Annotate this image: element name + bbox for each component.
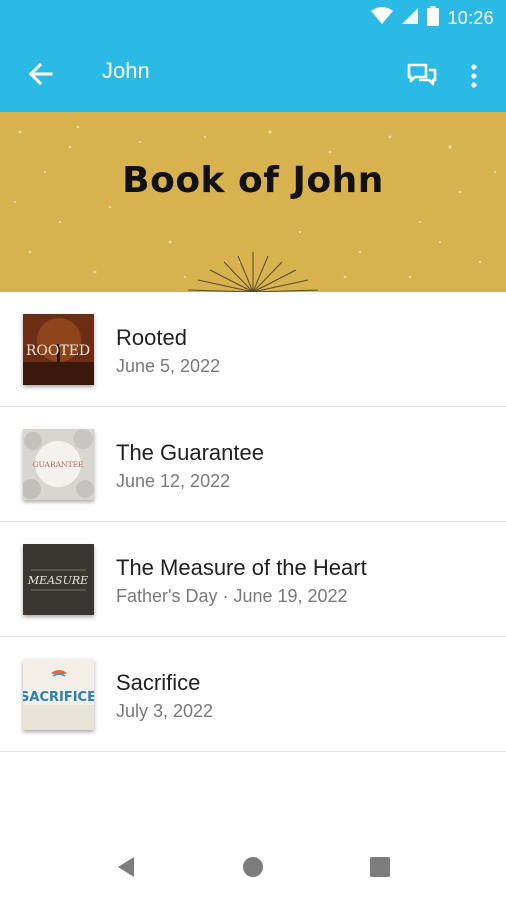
comments-button[interactable] [402,56,442,96]
app-bar: John [0,36,506,112]
sermon-thumbnail: MEASURE [23,544,94,615]
nav-recents-button[interactable] [365,852,395,882]
chat-bubbles-icon [407,63,437,86]
svg-text:GUARANTEE: GUARANTEE [32,460,83,469]
list-item[interactable]: SACRIFICE Sacrifice July 3, 2022 [0,637,506,752]
svg-text:ROOTED: ROOTED [26,343,90,359]
square-recents-icon [370,857,390,877]
sermon-date: June 5, 2022 [116,356,221,376]
sermon-title: Sacrifice [116,670,201,695]
battery-icon [427,5,440,31]
sermon-date: June 12, 2022 [116,471,231,491]
list-item[interactable]: GUARANTEE The Guarantee June 12, 2022 [0,407,506,522]
system-nav-bar [0,832,506,900]
nav-home-button[interactable] [238,852,268,882]
more-vert-icon [471,64,477,88]
more-options-button[interactable] [456,56,492,96]
sermon-title: The Measure of the Heart [116,555,367,580]
list-item[interactable]: MEASURE The Measure of the Heart Father'… [0,522,506,637]
nav-back-button[interactable] [111,852,141,882]
svg-text:MEASURE: MEASURE [27,574,88,587]
status-icons: 10:26 [371,5,494,31]
svg-text:SACRIFICE: SACRIFICE [23,690,94,705]
arrow-back-icon [28,62,53,86]
sermon-title: Rooted [116,325,187,350]
circle-home-icon [243,857,263,877]
wifi-icon [371,6,394,30]
sermon-thumbnail: GUARANTEE [23,429,94,500]
series-banner: Book of John [0,112,506,292]
banner-texture [13,125,497,292]
sermon-thumbnail: SACRIFICE [23,659,94,730]
sermon-thumbnail: ROOTED [23,314,94,385]
status-bar: 10:26 [0,0,506,36]
triangle-back-icon [118,857,134,877]
sermon-date: Father's Day · June 19, 2022 [116,586,348,606]
page-title: John [102,58,150,83]
cell-signal-icon [401,7,419,30]
sermon-list: ROOTED Rooted June 5, 2022 GUARANTEE The… [0,292,506,752]
sermon-title: The Guarantee [116,440,264,465]
back-button[interactable] [20,54,60,94]
sermon-date: July 3, 2022 [116,701,214,721]
status-time: 10:26 [447,7,494,28]
banner-title: Book of John [122,160,384,201]
list-item[interactable]: ROOTED Rooted June 5, 2022 [0,292,506,407]
